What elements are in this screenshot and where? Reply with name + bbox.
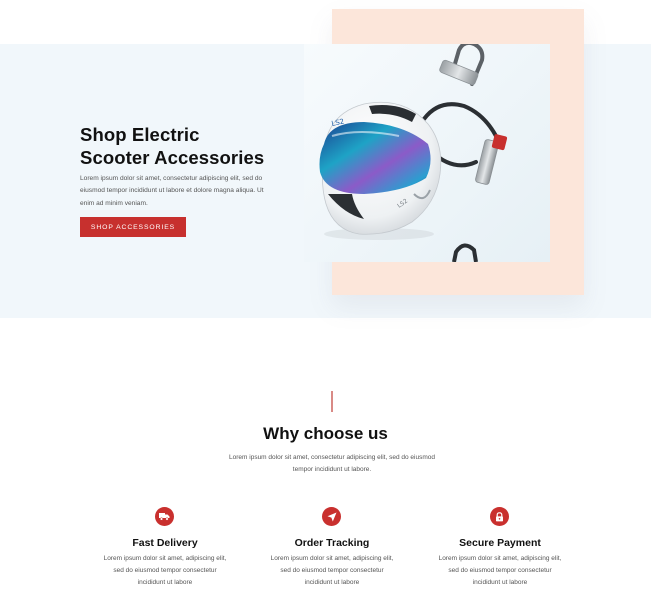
feature-description: Lorem ipsum dolor sit amet, adipiscing e… [103, 555, 227, 586]
helmet-and-locks-illustration: LS2 LS2 [319, 44, 508, 262]
feature-title: Fast Delivery [132, 537, 198, 549]
feature-description: Lorem ipsum dolor sit amet, adipiscing e… [438, 555, 562, 586]
navigation-arrow-icon [322, 507, 341, 526]
hero-title: Shop Electric Scooter Accessories [80, 123, 310, 169]
hero-title-line-2: Scooter Accessories [80, 147, 265, 168]
feature-title: Secure Payment [459, 537, 541, 549]
section-divider [331, 391, 333, 412]
section-description: Lorem ipsum dolor sit amet, consectetur … [229, 454, 435, 473]
shop-accessories-button[interactable]: SHOP ACCESSORIES [80, 217, 186, 237]
lock-icon [490, 507, 509, 526]
feature-title: Order Tracking [294, 537, 370, 549]
section-title: Why choose us [263, 424, 388, 443]
feature-description: Lorem ipsum dolor sit amet, adipiscing e… [270, 555, 394, 586]
hero-description: Lorem ipsum dolor sit amet, consectetur … [80, 175, 264, 207]
hero-title-line-1: Shop Electric [80, 124, 200, 145]
hero-product-image: LS2 LS2 [304, 44, 550, 262]
truck-icon [155, 507, 174, 526]
